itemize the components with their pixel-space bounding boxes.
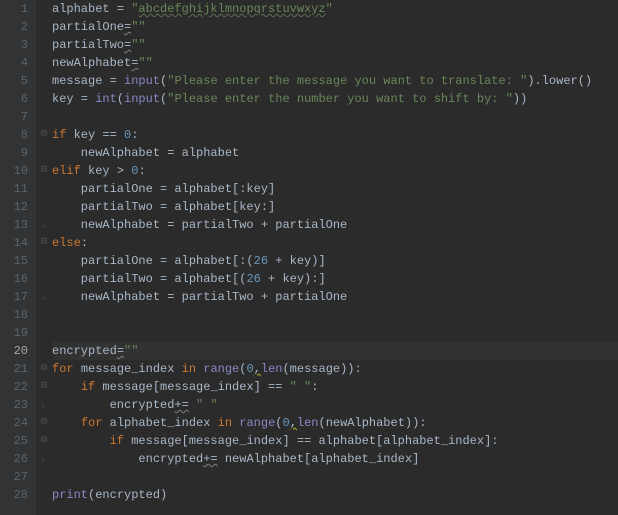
code-line: elif key > 0: [52,162,618,180]
code-line: newAlphabet = partialTwo + partialOne [52,288,618,306]
line-number: 18 [0,306,36,324]
fold-toggle-icon[interactable]: ⊟ [36,234,52,252]
line-number-current: 20 [0,342,36,360]
code-line [52,324,618,342]
code-line: encrypted+= " " [52,396,618,414]
line-number: 8 [0,126,36,144]
line-number-gutter: 1 2 3 4 5 6 7 8 9 10 11 12 13 14 15 16 1… [0,0,36,515]
code-line: print(encrypted) [52,486,618,504]
code-line: for alphabet_index in range(0,len(newAlp… [52,414,618,432]
line-number: 27 [0,468,36,486]
line-number: 24 [0,414,36,432]
line-number: 7 [0,108,36,126]
code-line: partialTwo = alphabet[key:] [52,198,618,216]
line-number: 13 [0,216,36,234]
line-number: 2 [0,18,36,36]
code-line: partialOne="" [52,18,618,36]
code-line: for message_index in range(0,len(message… [52,360,618,378]
code-line [52,468,618,486]
code-line: if message[message_index] == alphabet[al… [52,432,618,450]
code-line: else: [52,234,618,252]
code-line: partialTwo="" [52,36,618,54]
code-line: if key == 0: [52,126,618,144]
code-line: message = input("Please enter the messag… [52,72,618,90]
fold-toggle-icon[interactable]: ⊟ [36,378,52,396]
line-number: 5 [0,72,36,90]
line-number: 10 [0,162,36,180]
line-number: 23 [0,396,36,414]
code-line: newAlphabet = partialTwo + partialOne [52,216,618,234]
fold-end-icon: ⌞ [36,288,52,306]
fold-end-icon: ⌞ [36,450,52,468]
line-number: 19 [0,324,36,342]
code-line [52,108,618,126]
line-number: 17 [0,288,36,306]
line-number: 25 [0,432,36,450]
code-line: encrypted+= newAlphabet[alphabet_index] [52,450,618,468]
line-number: 1 [0,0,36,18]
code-line: newAlphabet="" [52,54,618,72]
line-number: 9 [0,144,36,162]
code-area[interactable]: alphabet = "abcdefghijklmnopqrstuvwxyz" … [52,0,618,515]
fold-toggle-icon[interactable]: ⊟ [36,162,52,180]
code-line: partialTwo = alphabet[(26 + key):] [52,270,618,288]
line-number: 26 [0,450,36,468]
fold-gutter: ⊟ ⊟ ⌞ ⊟ ⌞ ⊟ ⊟ ⌞ ⊟ ⊟ ⌞ [36,0,52,515]
fold-toggle-icon[interactable]: ⊟ [36,126,52,144]
code-editor[interactable]: 1 2 3 4 5 6 7 8 9 10 11 12 13 14 15 16 1… [0,0,618,515]
fold-end-icon: ⌞ [36,216,52,234]
line-number: 22 [0,378,36,396]
line-number: 16 [0,270,36,288]
line-number: 21 [0,360,36,378]
code-line: if message[message_index] == " ": [52,378,618,396]
line-number: 28 [0,486,36,504]
line-number: 4 [0,54,36,72]
fold-toggle-icon[interactable]: ⊟ [36,432,52,450]
code-line: key = int(input("Please enter the number… [52,90,618,108]
line-number: 11 [0,180,36,198]
line-number: 15 [0,252,36,270]
line-number: 6 [0,90,36,108]
code-line: partialOne = alphabet[:(26 + key)] [52,252,618,270]
line-number: 12 [0,198,36,216]
code-line: alphabet = "abcdefghijklmnopqrstuvwxyz" [52,0,618,18]
code-line: newAlphabet = alphabet [52,144,618,162]
fold-end-icon: ⌞ [36,396,52,414]
line-number: 3 [0,36,36,54]
line-number: 14 [0,234,36,252]
code-line: partialOne = alphabet[:key] [52,180,618,198]
fold-toggle-icon[interactable]: ⊟ [36,360,52,378]
code-line [52,306,618,324]
code-line-current: encrypted="" [52,342,618,360]
fold-toggle-icon[interactable]: ⊟ [36,414,52,432]
